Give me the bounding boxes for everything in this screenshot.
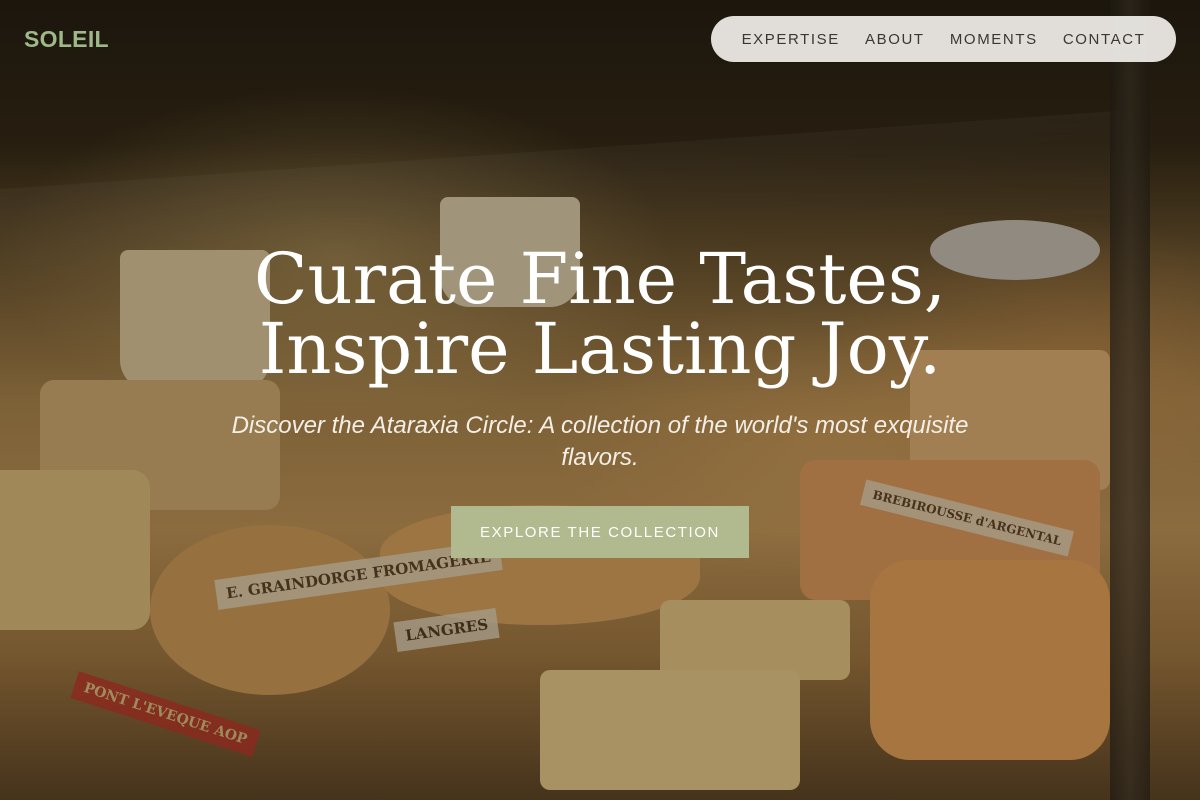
nav-link-expertise[interactable]: EXPERTISE bbox=[742, 31, 840, 48]
nav-link-about[interactable]: ABOUT bbox=[865, 31, 925, 48]
hero-title: Curate Fine Tastes, Inspire Lasting Joy. bbox=[0, 244, 1200, 384]
hero-title-line-1: Curate Fine Tastes, bbox=[253, 238, 946, 320]
hero-subtitle: Discover the Ataraxia Circle: A collecti… bbox=[231, 412, 969, 471]
brand-logo[interactable]: SOLEIL bbox=[24, 26, 109, 53]
main-navigation: EXPERTISE ABOUT MOMENTS CONTACT bbox=[711, 16, 1176, 62]
nav-link-moments[interactable]: MOMENTS bbox=[950, 31, 1038, 48]
hero-title-line-2: Inspire Lasting Joy. bbox=[258, 308, 942, 390]
nav-link-contact[interactable]: CONTACT bbox=[1063, 31, 1146, 48]
dark-overlay bbox=[0, 0, 1200, 800]
explore-collection-button[interactable]: EXPLORE THE COLLECTION bbox=[451, 506, 749, 558]
